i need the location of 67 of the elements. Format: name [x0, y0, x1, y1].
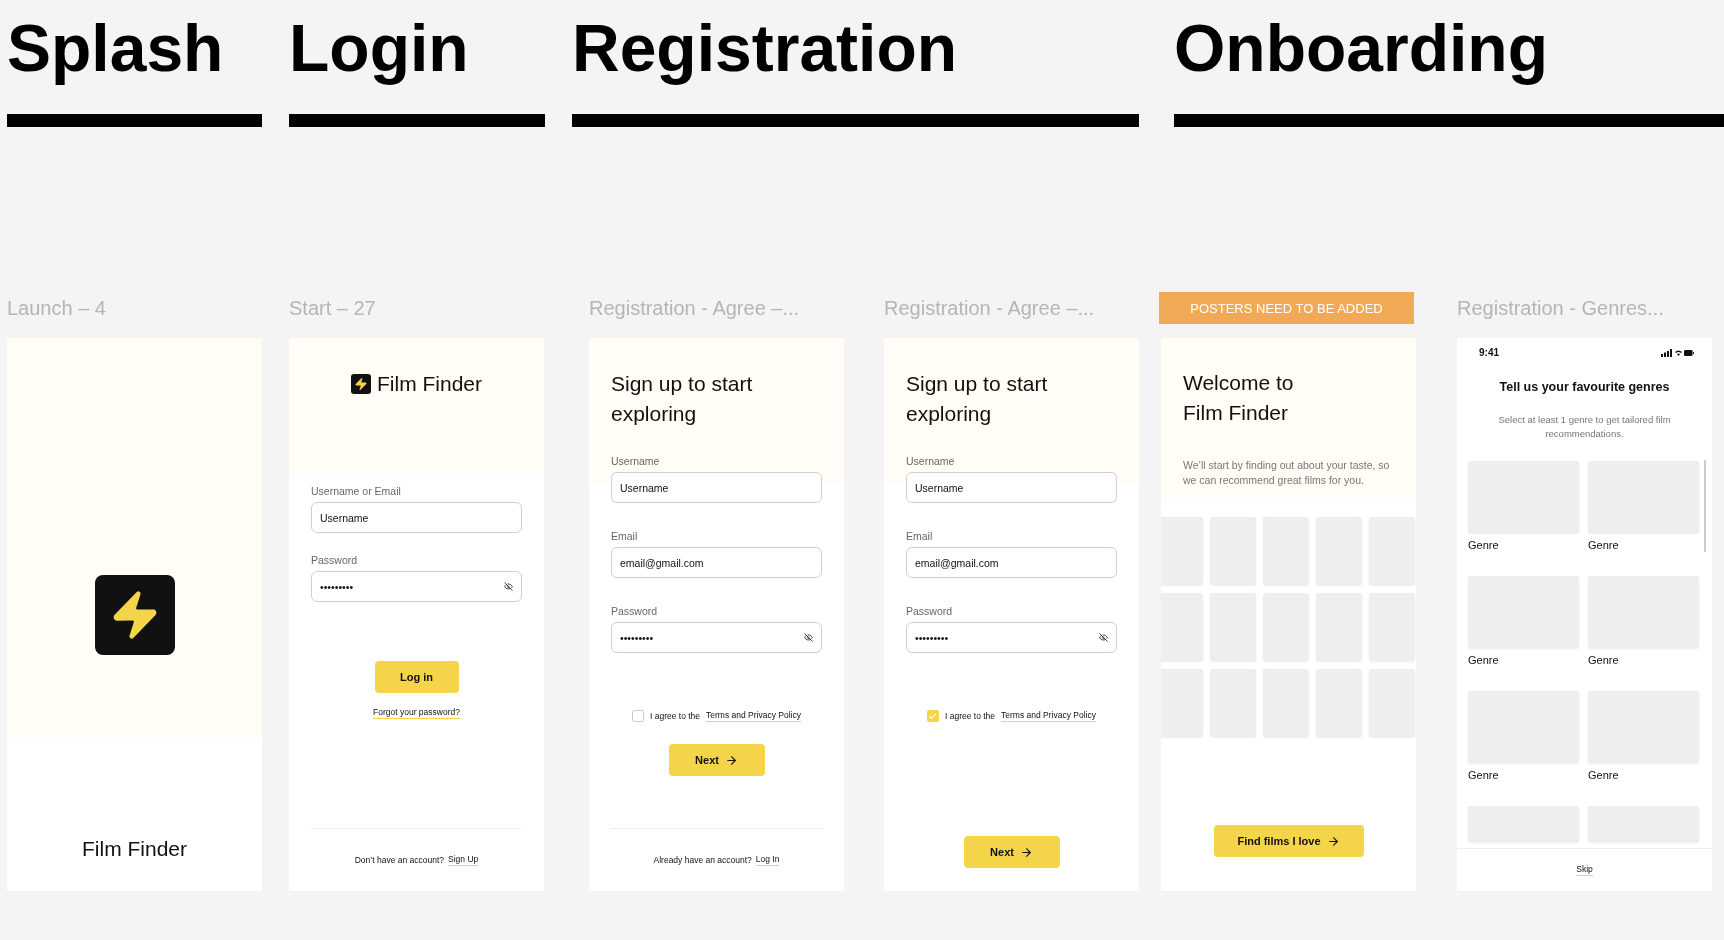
next-button[interactable]: Next	[963, 836, 1060, 868]
password-field[interactable]: •••••••••	[906, 622, 1117, 653]
scrollbar[interactable]	[1704, 460, 1706, 552]
text-field[interactable]: Username	[311, 502, 522, 533]
footer-link[interactable]: Sign Up	[448, 854, 479, 866]
app-name: Film Finder	[377, 372, 482, 396]
text-field[interactable]: Username	[611, 472, 822, 503]
status-icons	[1661, 348, 1694, 357]
field-label: Username or Email	[311, 485, 402, 497]
genre-label: Genre	[1588, 654, 1619, 666]
field-label: Email	[611, 530, 639, 542]
description: We’ll start by finding out about your taste, so we can recommend great films for you.	[1183, 458, 1391, 487]
agree-text: I agree to the	[649, 711, 701, 721]
genre-label: Genre	[1588, 539, 1619, 551]
field-label: Username	[611, 455, 661, 467]
arrow-right-icon	[724, 753, 738, 767]
text-field[interactable]: Username	[906, 472, 1117, 503]
find-films-button[interactable]: Find films I love	[1213, 825, 1364, 857]
frame-label: Start – 27	[289, 297, 376, 320]
field-label: Email	[906, 530, 934, 542]
agree-checkbox[interactable]	[631, 710, 644, 722]
eye-slash-icon[interactable]	[504, 582, 513, 591]
check-icon	[928, 711, 938, 721]
section-heading: Splash	[7, 10, 225, 87]
section-heading: Registration	[572, 10, 959, 87]
field-label: Password	[611, 605, 659, 617]
agree-checkbox[interactable]	[926, 710, 939, 722]
field-label: Password	[311, 554, 359, 566]
forgot-password-link[interactable]: Forgot your password?	[373, 707, 460, 719]
note-banner: POSTERS NEED TO BE ADDED	[1159, 292, 1414, 324]
eye-slash-icon[interactable]	[1099, 633, 1108, 642]
text-field[interactable]: email@gmail.com	[611, 547, 822, 578]
genre-label: Genre	[1588, 769, 1619, 781]
text-field[interactable]: email@gmail.com	[906, 547, 1117, 578]
logo-icon	[351, 374, 371, 394]
section-heading: Onboarding	[1174, 10, 1549, 87]
frame-label: Registration - Genres...	[1457, 297, 1664, 320]
footer-link[interactable]: Log In	[755, 854, 780, 866]
arrow-right-icon	[1019, 845, 1033, 859]
app-name: Film Finder	[81, 837, 188, 861]
frame-label: Registration - Agree –...	[589, 297, 800, 320]
footer-text: Don’t have an account?	[354, 855, 445, 865]
terms-link[interactable]: Terms and Privacy Policy	[1001, 710, 1096, 722]
genre-label: Genre	[1468, 539, 1499, 551]
screen-title: Sign up to start exploring	[611, 371, 754, 427]
screen-title: Sign up to start exploring	[906, 371, 1049, 427]
field-label: Username	[906, 455, 956, 467]
skip-link[interactable]: Skip	[1576, 864, 1593, 876]
frame-label: Registration - Agree –...	[884, 297, 1095, 320]
screen-title: Tell us your favourite genres	[1498, 380, 1671, 394]
login-button[interactable]: Log in	[374, 661, 459, 693]
next-button[interactable]: Next	[668, 744, 765, 776]
eye-slash-icon[interactable]	[804, 633, 813, 642]
footer-text: Already have an account?	[653, 855, 752, 865]
frame-label: Launch – 4	[7, 297, 106, 320]
section-heading: Login	[289, 10, 470, 87]
genre-label: Genre	[1468, 654, 1499, 666]
password-field[interactable]: •••••••••	[311, 571, 522, 602]
password-field[interactable]: •••••••••	[611, 622, 822, 653]
arrow-right-icon	[1326, 834, 1340, 848]
field-label: Password	[906, 605, 954, 617]
terms-link[interactable]: Terms and Privacy Policy	[706, 710, 801, 722]
genre-label: Genre	[1468, 769, 1499, 781]
status-time: 9:41	[1479, 347, 1499, 358]
agree-text: I agree to the	[944, 711, 996, 721]
subtitle: Select at least 1 genre to get tailored film recommendations.	[1497, 413, 1672, 441]
screen-title: Welcome to Film Finder	[1183, 370, 1295, 426]
